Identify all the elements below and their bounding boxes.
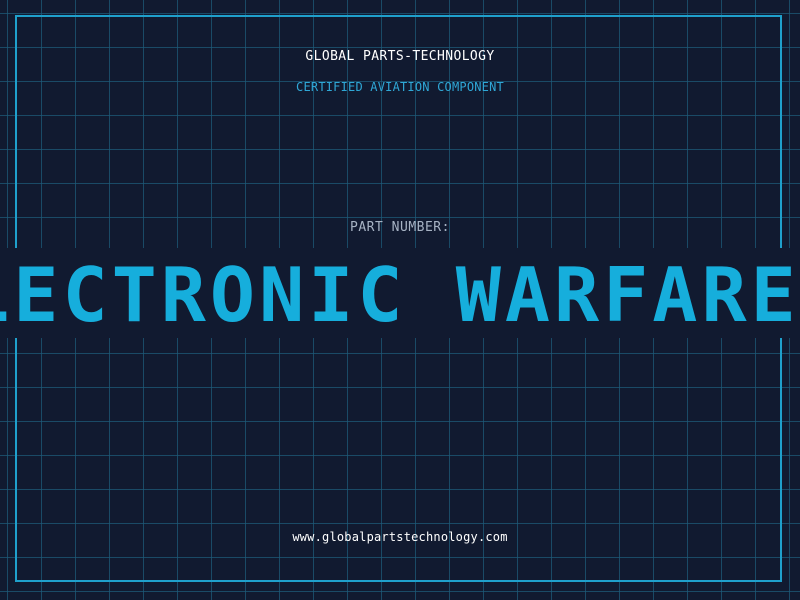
- label-card: GLOBAL PARTS-TECHNOLOGY CERTIFIED AVIATI…: [0, 0, 800, 600]
- website-url: www.globalpartstechnology.com: [292, 530, 508, 544]
- part-number-label: PART NUMBER:: [350, 220, 450, 235]
- part-number-band: ELECTRONIC WARFARE SYSTEM: [0, 248, 800, 338]
- company-name: GLOBAL PARTS-TECHNOLOGY: [305, 49, 495, 64]
- part-number-value: ELECTRONIC WARFARE SYSTEM: [0, 251, 800, 338]
- certification-subtitle: CERTIFIED AVIATION COMPONENT: [296, 80, 504, 94]
